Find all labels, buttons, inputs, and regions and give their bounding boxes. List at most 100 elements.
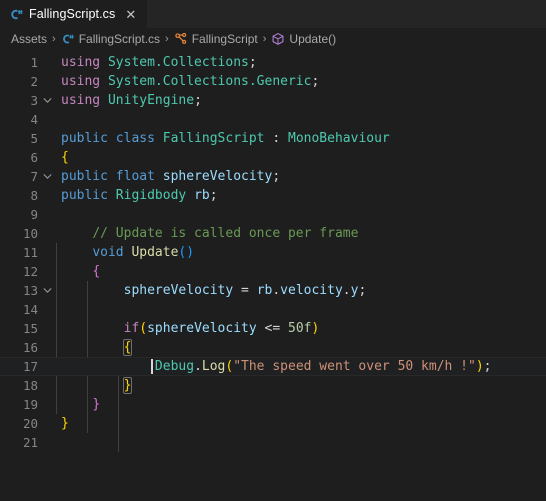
fold-gutter	[38, 376, 56, 395]
code-line[interactable]: 1 using System.Collections;	[0, 53, 546, 103]
code-text: {	[56, 148, 546, 167]
fold-gutter	[38, 338, 56, 357]
fold-chevron-down-icon[interactable]	[38, 129, 56, 179]
breadcrumb-label: FallingScript.cs	[78, 32, 161, 46]
token-brace: {	[61, 150, 69, 165]
token-semicolon: ;	[483, 359, 492, 374]
token-type: Debug	[154, 359, 195, 374]
code-text: public class FallingScript : MonoBehavio…	[56, 129, 546, 148]
code-text: public Rigidbody rb;	[56, 186, 546, 205]
code-text: using UnityEngine;	[56, 91, 546, 110]
token-field-name: rb	[194, 188, 210, 203]
fold-gutter	[38, 91, 56, 110]
code-text: Debug.Log("The speed went over 50 km/h !…	[56, 357, 546, 376]
code-line[interactable]: 2 using System.Collections.Generic;	[0, 72, 546, 91]
code-line[interactable]: 11 void Update()	[0, 243, 546, 293]
token-brace: {	[92, 264, 101, 279]
fold-gutter	[38, 281, 56, 300]
token-string: "The speed went over 50 km/h !"	[233, 359, 476, 374]
code-line[interactable]: 9	[0, 205, 546, 224]
breadcrumb-item-update-method[interactable]: Update()	[271, 32, 336, 46]
token-semicolon: ;	[209, 188, 218, 203]
breadcrumb-separator: ›	[52, 33, 56, 45]
code-text: void Update()	[56, 243, 546, 262]
token-semicolon: ;	[248, 55, 257, 70]
close-icon[interactable]: ✕	[122, 6, 139, 23]
class-symbol-icon	[174, 32, 188, 46]
fold-gutter	[38, 205, 56, 224]
token-keyword: public	[61, 188, 108, 203]
token-dot: .	[272, 283, 281, 298]
code-text: sphereVelocity = rb.velocity.y;	[56, 281, 546, 300]
breadcrumb-label: Assets	[11, 32, 48, 46]
fold-gutter	[38, 300, 56, 319]
line-number: 21	[22, 435, 38, 450]
line-number: 18	[22, 378, 38, 393]
line-number: 4	[30, 112, 38, 127]
breadcrumb-label: FallingScript	[191, 32, 258, 46]
code-line[interactable]: 12 {	[0, 262, 546, 281]
code-editor[interactable]: 1 using System.Collections; 2 using Syst…	[0, 50, 546, 501]
line-number: 3	[30, 93, 38, 108]
breadcrumb-item-assets[interactable]: Assets	[11, 32, 47, 46]
code-line[interactable]: 4	[0, 110, 546, 129]
line-number: 2	[30, 74, 38, 89]
csharp-file-icon	[9, 7, 24, 22]
code-text: }	[56, 395, 546, 414]
code-line[interactable]: 6 {	[0, 148, 546, 167]
fold-chevron-down-icon[interactable]	[38, 319, 56, 369]
code-line[interactable]: 15 if(sphereVelocity <= 50f)	[0, 319, 546, 369]
fold-gutter	[38, 167, 56, 186]
tab-bar-empty-space	[147, 0, 546, 28]
code-line[interactable]: 14	[0, 300, 546, 319]
code-line[interactable]: 5 public class FallingScript : MonoBehav…	[0, 129, 546, 179]
code-line[interactable]: 19 }	[0, 395, 546, 414]
token-method-name: Update	[131, 245, 179, 260]
fold-gutter	[38, 433, 56, 452]
code-line[interactable]: 8 public Rigidbody rb;	[0, 186, 546, 205]
code-line[interactable]: 13 sphereVelocity = rb.velocity.y;	[0, 281, 546, 300]
token-semicolon: ;	[194, 93, 202, 108]
token-semicolon: ;	[358, 283, 367, 298]
token-operator: =	[241, 283, 249, 298]
token-keyword: float	[115, 169, 155, 184]
code-line[interactable]: 20 }	[0, 414, 546, 433]
fold-gutter	[38, 148, 56, 167]
fold-gutter	[38, 414, 56, 433]
breadcrumb-item-fallingscript-cs[interactable]: FallingScript.cs	[61, 32, 160, 46]
token-paren: (	[139, 321, 148, 336]
token-brace-match: {	[122, 339, 133, 356]
token-semicolon: ;	[311, 74, 320, 89]
code-line[interactable]: 18 }	[0, 376, 546, 395]
tab-fallingscript-cs[interactable]: FallingScript.cs ✕	[0, 0, 148, 28]
token-keyword: if	[123, 321, 140, 336]
fold-chevron-down-icon[interactable]	[38, 53, 56, 103]
code-line[interactable]: 10 // Update is called once per frame	[0, 224, 546, 243]
token-paren: )	[475, 359, 484, 374]
breadcrumb-item-fallingscript-class[interactable]: FallingScript	[174, 32, 258, 46]
token-keyword: public	[61, 131, 108, 146]
token-number: 50f	[288, 321, 312, 336]
fold-gutter	[38, 186, 56, 205]
line-number: 6	[30, 150, 38, 165]
line-number: 15	[22, 321, 38, 336]
line-number: 5	[30, 131, 38, 146]
token-namespace: UnityEngine	[107, 93, 195, 108]
token-brace: }	[61, 416, 69, 431]
tab-label: FallingScript.cs	[29, 7, 116, 21]
token-keyword: using	[61, 55, 101, 70]
fold-gutter	[38, 262, 56, 281]
code-line[interactable]: 16 {	[0, 338, 546, 357]
line-number: 17	[22, 359, 38, 374]
token-method-name: Log	[201, 359, 226, 374]
code-lines-container: 1 using System.Collections; 2 using Syst…	[0, 50, 546, 452]
token-colon: :	[272, 131, 281, 146]
fold-chevron-down-icon[interactable]	[38, 243, 56, 293]
code-line[interactable]: 21	[0, 433, 546, 452]
code-text: }	[56, 376, 546, 395]
code-line[interactable]: 7 public float sphereVelocity;	[0, 167, 546, 186]
code-line-current[interactable]: 17 Debug.Log("The speed went over 50 km/…	[0, 357, 546, 376]
code-line[interactable]: 3 using UnityEngine;	[0, 91, 546, 110]
token-base-class: MonoBehaviour	[288, 131, 390, 146]
